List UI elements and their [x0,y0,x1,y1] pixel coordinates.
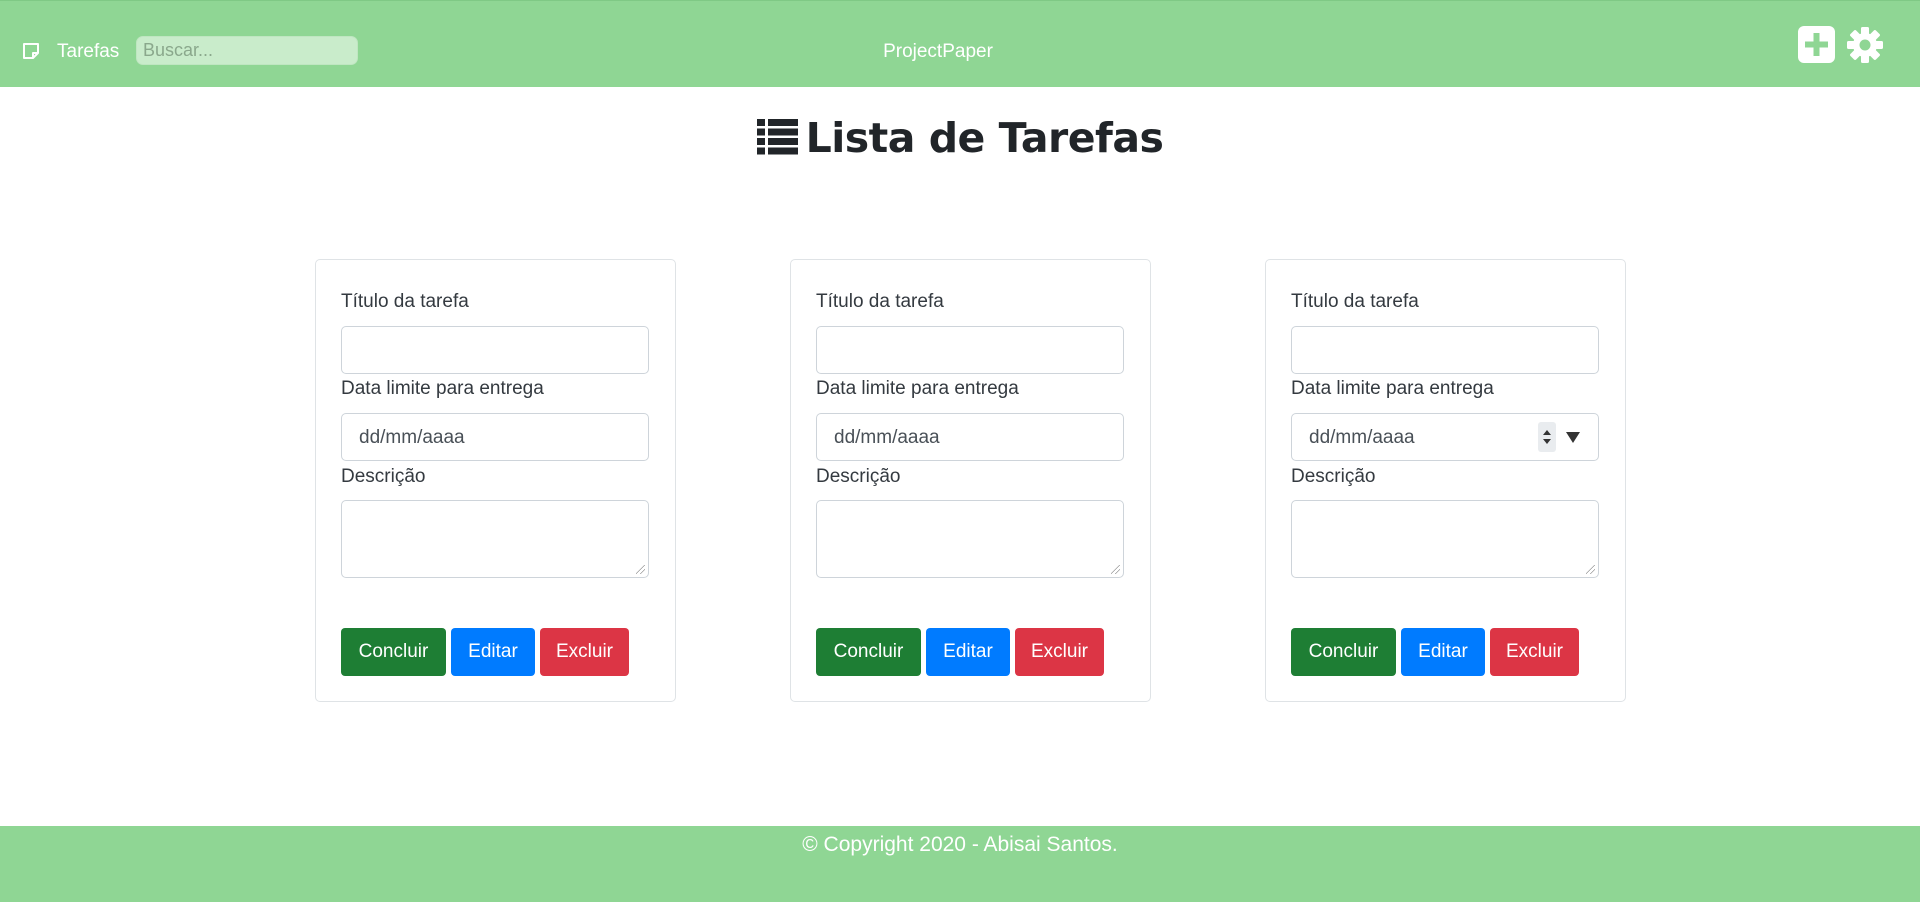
page-title: Lista de Tarefas [0,114,1920,162]
task-title-input[interactable] [816,326,1124,374]
task-title-label: Título da tarefa [1291,291,1419,312]
plus-square-icon[interactable] [1798,26,1835,63]
top-navbar: Tarefas ProjectPaper [0,0,1920,87]
copyright-text: © Copyright 2020 - Abisai Santos. [802,833,1118,856]
due-date-label: Data limite para entrega [816,378,1019,399]
delete-button[interactable]: Excluir [540,628,629,676]
delete-button[interactable]: Excluir [1490,628,1579,676]
due-date-placeholder: dd/mm/aaaa [359,427,465,448]
description-label: Descrição [816,466,901,487]
edit-button[interactable]: Editar [926,628,1010,676]
conclude-button[interactable]: Concluir [816,628,921,676]
task-card: Título da tarefa Data limite para entreg… [315,259,676,702]
list-icon [756,119,798,155]
app-title: ProjectPaper [883,41,993,62]
spin-down-icon[interactable] [1543,439,1551,444]
description-label: Descrição [1291,466,1376,487]
conclude-button[interactable]: Concluir [1291,628,1396,676]
due-date-label: Data limite para entrega [1291,378,1494,399]
spin-up-icon[interactable] [1543,430,1551,435]
task-title-label: Título da tarefa [816,291,944,312]
delete-button[interactable]: Excluir [1015,628,1104,676]
description-textarea[interactable] [341,500,649,578]
task-title-input[interactable] [341,326,649,374]
footer: © Copyright 2020 - Abisai Santos. [0,826,1920,902]
conclude-button[interactable]: Concluir [341,628,446,676]
description-label: Descrição [341,466,426,487]
description-textarea[interactable] [816,500,1124,578]
task-card: Título da tarefa Data limite para entreg… [790,259,1151,702]
due-date-input[interactable]: dd/mm/aaaa [816,413,1124,461]
task-title-input[interactable] [1291,326,1599,374]
page-title-text: Lista de Tarefas [805,114,1164,162]
edit-button[interactable]: Editar [1401,628,1485,676]
due-date-label: Data limite para entrega [341,378,544,399]
due-date-placeholder: dd/mm/aaaa [1309,427,1415,448]
calendar-dropdown-icon[interactable] [1566,432,1580,443]
date-spinner[interactable] [1538,422,1556,452]
edit-button[interactable]: Editar [451,628,535,676]
gear-icon[interactable] [1846,26,1884,64]
task-title-label: Título da tarefa [341,291,469,312]
description-textarea[interactable] [1291,500,1599,578]
due-date-input[interactable]: dd/mm/aaaa [341,413,649,461]
due-date-placeholder: dd/mm/aaaa [834,427,940,448]
due-date-input[interactable]: dd/mm/aaaa [1291,413,1599,461]
task-card: Título da tarefa Data limite para entreg… [1265,259,1626,702]
